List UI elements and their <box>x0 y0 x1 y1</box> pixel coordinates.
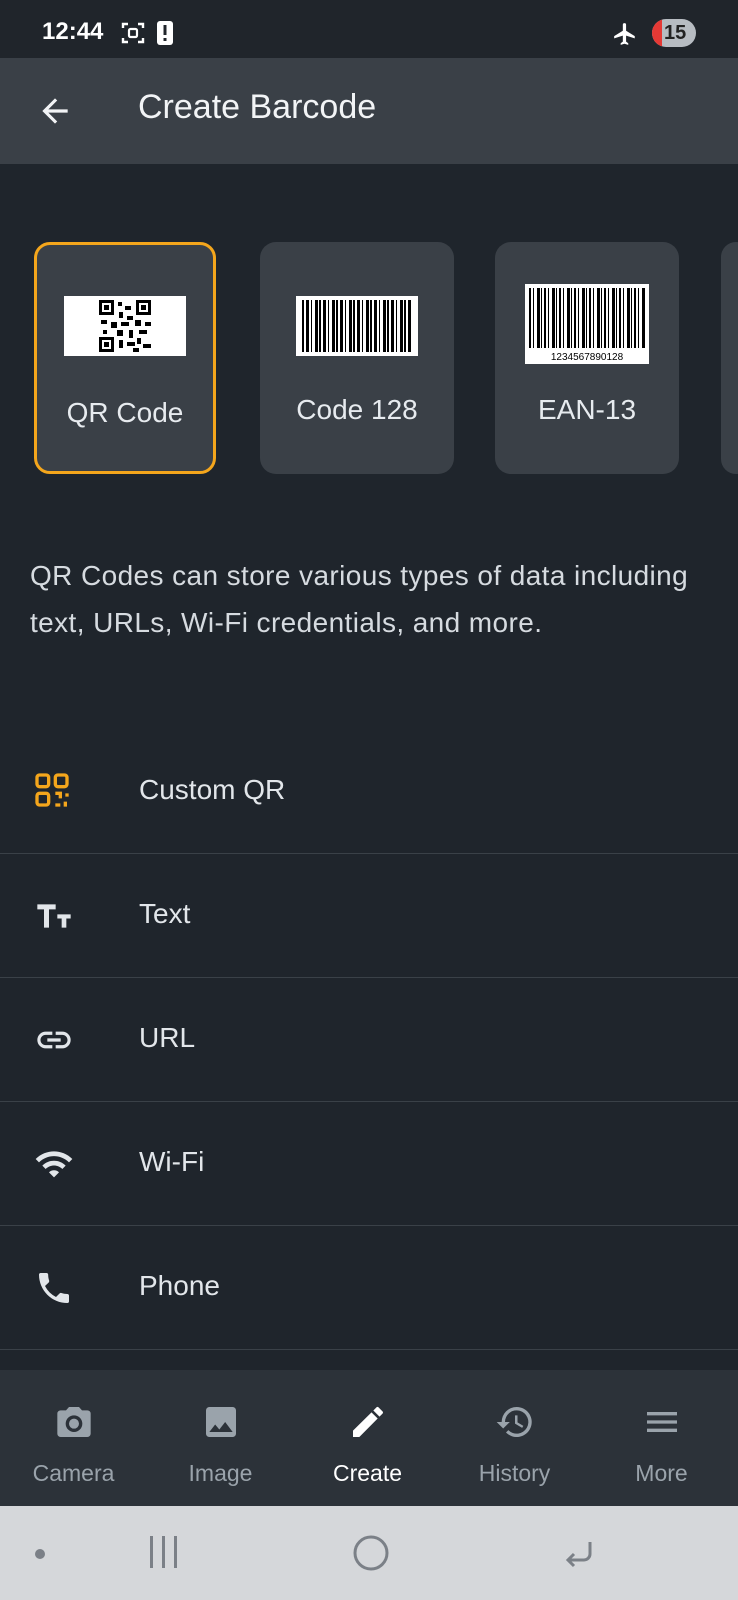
back-icon[interactable] <box>560 1536 596 1577</box>
recent-apps-icon[interactable] <box>146 1534 182 1575</box>
nav-camera[interactable]: Camera <box>0 1370 147 1506</box>
barcode-preview-icon <box>296 296 418 356</box>
screenshot-icon <box>120 20 146 51</box>
barcode-type-selector: QR Code Code 128 1234567890128 EAN-13 <box>0 242 738 476</box>
screen: 12:44 15 Create Barcode QR Code Code 128… <box>0 0 738 1600</box>
alert-icon <box>156 20 174 51</box>
list-item-custom-qr[interactable]: Custom QR <box>0 730 738 854</box>
menu-icon <box>642 1402 682 1442</box>
card-label: QR Code <box>66 397 184 428</box>
nav-image[interactable]: Image <box>147 1370 294 1506</box>
card-ean-13[interactable]: 1234567890128 EAN-13 <box>495 242 679 474</box>
card-label: Code 128 <box>296 394 418 425</box>
home-icon[interactable] <box>352 1534 390 1577</box>
history-icon <box>495 1402 535 1442</box>
list-item-phone[interactable]: Phone <box>0 1226 738 1350</box>
airplane-mode-icon <box>612 21 638 52</box>
barcode-type-description: QR Codes can store various types of data… <box>30 560 689 638</box>
card-code-128[interactable]: Code 128 <box>260 242 454 474</box>
list-item-label: URL <box>139 1022 196 1053</box>
card-qr-code[interactable]: QR Code <box>34 242 216 474</box>
qr-preview-icon <box>64 296 186 356</box>
page-title: Create Barcode <box>138 88 377 126</box>
image-icon <box>201 1402 241 1442</box>
text-fields-icon <box>34 896 74 936</box>
list-item-label: Text <box>139 898 191 929</box>
link-icon <box>34 1020 74 1060</box>
ean-preview-icon: 1234567890128 <box>525 284 649 364</box>
list-item-label: Custom QR <box>139 774 286 805</box>
dot-icon <box>34 1547 46 1565</box>
notification-count: 15 <box>664 22 687 44</box>
card-label: EAN-13 <box>537 394 637 425</box>
wifi-icon <box>34 1144 74 1184</box>
list-item-label: Wi-Fi <box>139 1146 205 1177</box>
bottom-navigation: Camera Image Create History More <box>0 1370 738 1506</box>
card-next-partial[interactable] <box>721 242 738 474</box>
nav-label: More <box>635 1460 688 1486</box>
nav-label: History <box>478 1460 551 1486</box>
nav-more[interactable]: More <box>588 1370 735 1506</box>
ean-digits: 1234567890128 <box>550 352 624 363</box>
status-time: 12:44 <box>42 18 104 45</box>
status-bar: 12:44 15 <box>0 0 738 58</box>
notification-badge: 15 <box>652 19 696 47</box>
app-bar: Create Barcode <box>0 58 738 164</box>
qr-icon <box>32 770 72 810</box>
list-item-wifi[interactable]: Wi-Fi <box>0 1102 738 1226</box>
pencil-icon <box>348 1402 388 1442</box>
nav-label: Create <box>332 1460 403 1486</box>
nav-label: Image <box>188 1460 253 1486</box>
nav-create[interactable]: Create <box>294 1370 441 1506</box>
nav-history[interactable]: History <box>441 1370 588 1506</box>
back-arrow-icon[interactable] <box>36 92 74 130</box>
list-item-label: Phone <box>139 1270 220 1301</box>
phone-icon <box>34 1268 74 1308</box>
system-navigation-bar <box>0 1506 738 1600</box>
list-item-text[interactable]: Text <box>0 854 738 978</box>
list-item-url[interactable]: URL <box>0 978 738 1102</box>
camera-icon <box>54 1402 94 1442</box>
nav-label: Camera <box>32 1460 115 1486</box>
